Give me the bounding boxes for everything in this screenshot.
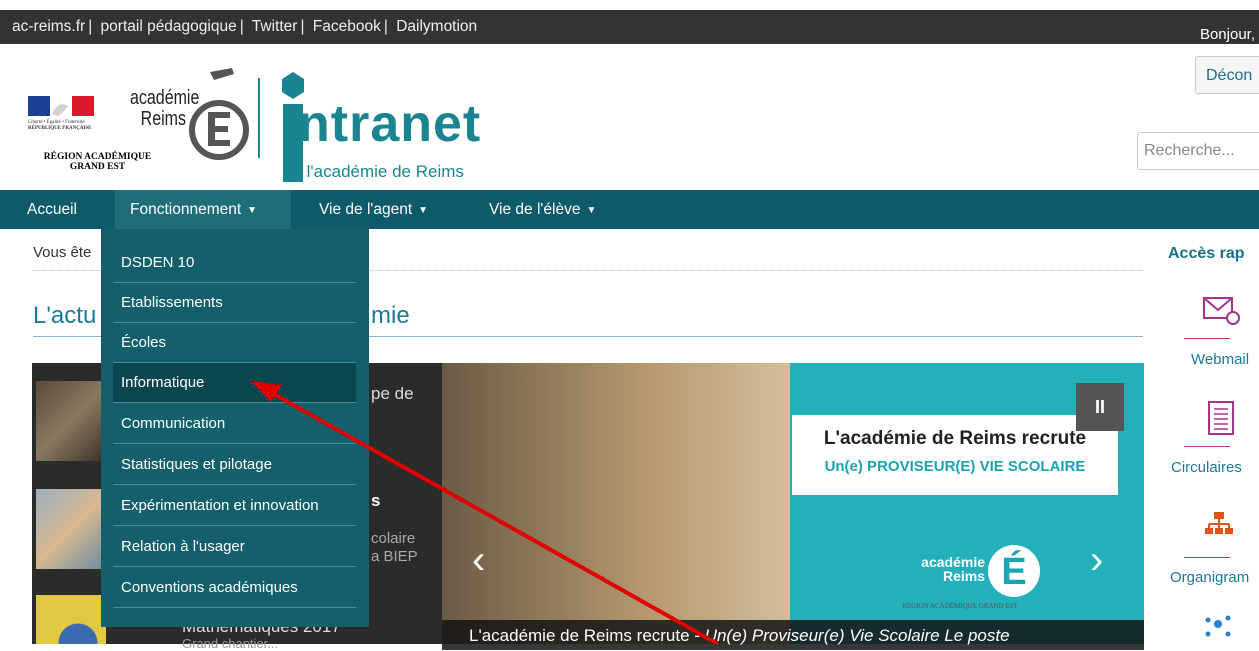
separator: | bbox=[239, 18, 244, 35]
menu-item-label: Écoles bbox=[121, 334, 167, 351]
rail-divider bbox=[1184, 338, 1230, 339]
news-item-2-text: colaire a BIEP bbox=[371, 530, 418, 566]
network-icon[interactable] bbox=[1202, 612, 1242, 646]
region-label: RÉGION ACADÉMIQUE GRAND EST bbox=[30, 152, 165, 172]
main-nav: Accueil Fonctionnement ▼ Vie de l'agent ▼ … bbox=[0, 190, 1259, 229]
nav-accueil-label: Accueil bbox=[27, 201, 77, 218]
caret-down-icon: ▼ bbox=[247, 205, 258, 216]
fonctionnement-dropdown: DSDEN 10 Etablissements Écoles Informati… bbox=[101, 229, 369, 627]
carousel-logo-e: É bbox=[988, 545, 1040, 597]
news-heading-start: L'actu bbox=[33, 302, 97, 329]
menu-item-conventions[interactable]: Conventions académiques bbox=[113, 568, 356, 608]
rail-organigramme[interactable]: Organigram bbox=[1170, 569, 1249, 586]
carousel-card bbox=[792, 415, 1118, 495]
news-heading-end: mie bbox=[371, 302, 410, 329]
menu-item-label: Conventions académiques bbox=[121, 579, 298, 596]
menu-item-relation-usager[interactable]: Relation à l'usager bbox=[113, 527, 356, 567]
nav-vie-eleve-label: Vie de l'élève bbox=[489, 201, 581, 218]
link-dailymotion[interactable]: Dailymotion bbox=[396, 18, 477, 35]
search-input[interactable] bbox=[1137, 132, 1259, 170]
republique-text: Liberté • Égalité • Fraternité RÉPUBLIQU… bbox=[28, 120, 91, 132]
rail-divider bbox=[1184, 557, 1230, 558]
link-twitter[interactable]: Twitter bbox=[252, 18, 298, 35]
carousel-logo-line-2: Reims bbox=[942, 568, 985, 584]
nav-fonctionnement[interactable]: Fonctionnement ▼ bbox=[115, 190, 291, 229]
carousel-logo-text: académie Reims bbox=[905, 555, 985, 583]
menu-item-label: Expérimentation et innovation bbox=[121, 497, 319, 514]
nav-vie-agent-label: Vie de l'agent bbox=[319, 201, 413, 218]
nav-accueil[interactable]: Accueil bbox=[12, 190, 92, 229]
menu-item-label: Communication bbox=[121, 415, 226, 432]
caption-italic-text: Un(e) Proviseur(e) Vie Scolaire Le poste bbox=[704, 626, 1010, 645]
separator: | bbox=[383, 18, 388, 35]
news-thumb-1[interactable] bbox=[36, 381, 106, 461]
top-links: ac-reims.fr | portail pédagogique | Twitte… bbox=[12, 18, 477, 36]
quick-access-title: Accès rap bbox=[1168, 245, 1245, 262]
news-thumb-2[interactable] bbox=[36, 489, 106, 569]
news-item-2-line-2: a BIEP bbox=[371, 548, 418, 565]
menu-item-label: Etablissements bbox=[121, 294, 223, 311]
chevron-right-icon[interactable]: › bbox=[1090, 538, 1103, 583]
academie-e-logo bbox=[188, 68, 250, 173]
menu-item-dsden[interactable]: DSDEN 10 bbox=[113, 243, 356, 283]
intranet-brand: ntranet bbox=[298, 95, 482, 153]
rail-webmail[interactable]: Webmail bbox=[1191, 351, 1249, 368]
header-divider bbox=[258, 78, 260, 158]
carousel-caption[interactable]: L'académie de Reims recrute - Un(e) Prov… bbox=[469, 626, 1010, 646]
greeting: Bonjour, bbox=[1199, 26, 1255, 43]
news-thumb-3[interactable] bbox=[36, 595, 106, 644]
link-ac-reims[interactable]: ac-reims.fr bbox=[12, 18, 85, 35]
news-item-2-title[interactable]: s bbox=[371, 491, 380, 511]
academie-line-2: Reims bbox=[140, 108, 186, 130]
pause-button[interactable]: II bbox=[1076, 383, 1124, 431]
caret-down-icon: ▼ bbox=[586, 205, 597, 216]
separator: | bbox=[300, 18, 305, 35]
mail-icon[interactable] bbox=[1202, 294, 1242, 328]
disconnect-button[interactable]: Décon bbox=[1195, 56, 1259, 94]
menu-item-communication[interactable]: Communication bbox=[113, 404, 356, 444]
menu-item-etablissements[interactable]: Etablissements bbox=[113, 283, 356, 323]
link-facebook[interactable]: Facebook bbox=[313, 18, 381, 35]
menu-item-informatique[interactable]: Informatique bbox=[113, 363, 356, 403]
carousel-logo-region: RÉGION ACADÉMIQUE GRAND EST bbox=[902, 602, 1018, 610]
carousel-title: L'académie de Reims recrute bbox=[823, 428, 1087, 449]
nav-fonctionnement-label: Fonctionnement bbox=[130, 201, 242, 218]
republique-name: RÉPUBLIQUE FRANÇAISE bbox=[28, 126, 92, 131]
breadcrumb: Vous ête bbox=[33, 244, 92, 261]
org-chart-icon[interactable] bbox=[1205, 512, 1245, 546]
carousel-logo-line-1: académie bbox=[921, 554, 985, 570]
news-item-2-line-1: colaire bbox=[371, 530, 416, 547]
chevron-left-icon[interactable]: ‹ bbox=[472, 538, 485, 583]
nav-vie-eleve[interactable]: Vie de l'élève ▼ bbox=[474, 190, 611, 229]
carousel-subtitle: Un(e) PROVISEUR(E) VIE SCOLAIRE bbox=[824, 458, 1086, 475]
rail-circulaires[interactable]: Circulaires bbox=[1171, 459, 1242, 476]
document-icon[interactable] bbox=[1207, 400, 1247, 435]
academie-line-1: académie bbox=[130, 87, 200, 109]
menu-item-label: Informatique bbox=[121, 374, 205, 391]
region-line-2: GRAND EST bbox=[69, 162, 126, 172]
menu-item-ecoles[interactable]: Écoles bbox=[113, 323, 356, 363]
menu-item-label: Relation à l'usager bbox=[121, 538, 245, 555]
menu-item-statistiques[interactable]: Statistiques et pilotage bbox=[113, 445, 356, 485]
nav-vie-agent[interactable]: Vie de l'agent ▼ bbox=[304, 190, 443, 229]
top-bar: ac-reims.fr | portail pédagogique | Twitte… bbox=[0, 10, 1259, 44]
menu-item-experimentation[interactable]: Expérimentation et innovation bbox=[113, 486, 356, 526]
e-logo-icon bbox=[189, 68, 249, 160]
caption-text: L'académie de Reims recrute - bbox=[469, 626, 705, 645]
news-item-1-title[interactable]: pe de bbox=[371, 384, 414, 404]
caret-down-icon: ▼ bbox=[418, 205, 429, 216]
separator: | bbox=[88, 18, 93, 35]
link-portail[interactable]: portail pédagogique bbox=[101, 18, 237, 35]
menu-item-label: DSDEN 10 bbox=[121, 254, 195, 271]
menu-item-label: Statistiques et pilotage bbox=[121, 456, 272, 473]
rail-divider bbox=[1184, 446, 1230, 447]
intranet-subtitle: de l'académie de Reims bbox=[283, 162, 464, 181]
academie-wordmark: académie Reims bbox=[130, 87, 200, 130]
region-line-1: RÉGION ACADÉMIQUE bbox=[43, 152, 152, 162]
